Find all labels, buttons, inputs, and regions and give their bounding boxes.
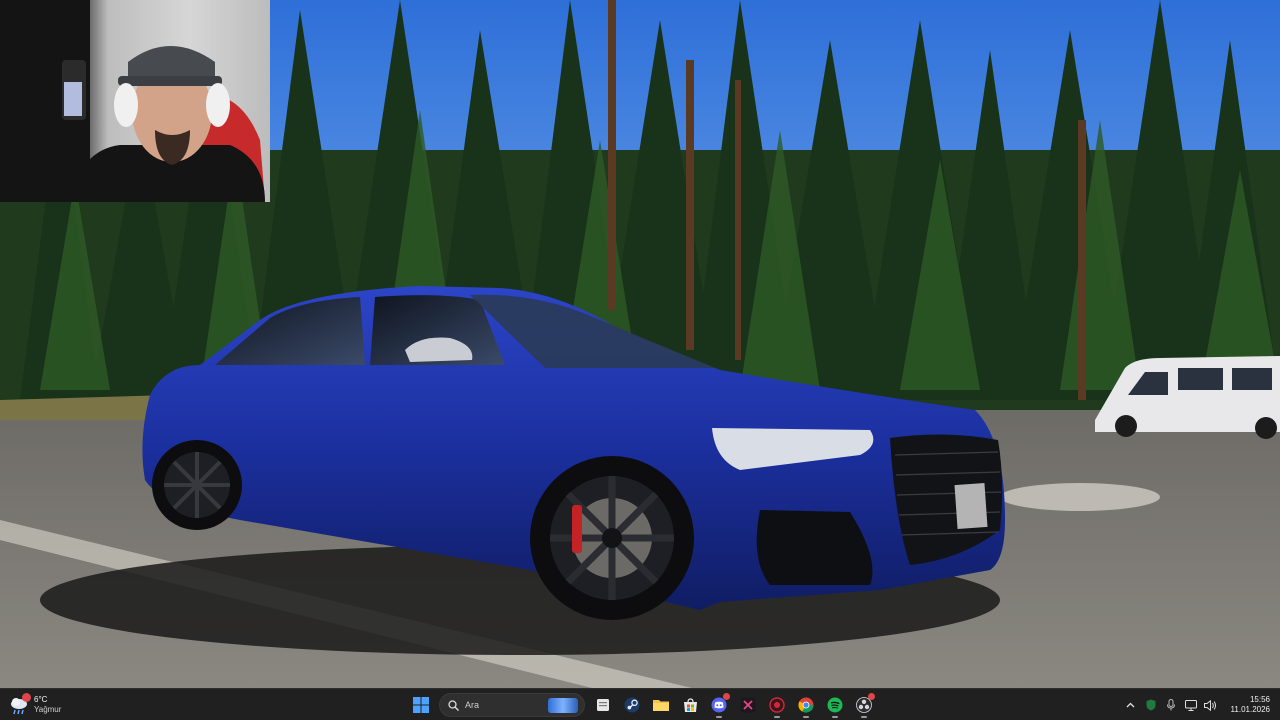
weather-widget[interactable]: 6°C Yağmur — [8, 692, 88, 718]
clock-time: 15:56 — [1249, 695, 1270, 704]
search-icon — [448, 699, 459, 711]
taskbar: 6°C Yağmur Ara 15:56 11.01.2026 — [0, 688, 1280, 720]
obs-recording-badge — [868, 693, 875, 700]
microsoft-store-icon — [683, 697, 697, 712]
tray-microphone[interactable] — [1161, 693, 1181, 717]
tray-overflow-button[interactable] — [1121, 693, 1141, 717]
tray-network[interactable] — [1181, 693, 1201, 717]
steam-icon — [624, 697, 640, 713]
weather-temperature: 6°C — [34, 695, 48, 704]
taskbar-app-obs-studio[interactable] — [851, 692, 877, 718]
taskbar-app-chrome[interactable] — [793, 692, 819, 718]
search-placeholder: Ara — [465, 700, 480, 710]
desktop[interactable] — [0, 0, 1280, 688]
webcam-overlay — [0, 0, 270, 202]
clock-date: 11.01.2026 — [1230, 705, 1270, 714]
taskbar-app-store[interactable] — [677, 692, 703, 718]
network-icon — [1184, 699, 1197, 711]
capcut-icon — [740, 697, 756, 713]
weather-alert-badge — [22, 693, 31, 702]
running-indicator — [832, 716, 838, 718]
taskbar-app-spotify[interactable] — [822, 692, 848, 718]
system-tray: 15:56 11.01.2026 — [1121, 692, 1274, 718]
file-viewer-icon — [597, 699, 609, 711]
webcam-feed — [0, 0, 265, 202]
taskbar-app-recorder[interactable] — [764, 692, 790, 718]
taskbar-app-steam[interactable] — [619, 692, 645, 718]
microphone-icon — [1166, 699, 1175, 711]
volume-icon — [1204, 699, 1217, 711]
start-button[interactable] — [408, 692, 434, 718]
taskbar-app-file-viewer[interactable] — [590, 692, 616, 718]
taskbar-center: Ara — [408, 692, 880, 718]
running-indicator — [803, 716, 809, 718]
tray-volume[interactable] — [1201, 693, 1221, 717]
search-highlight-image — [548, 698, 578, 713]
shield-icon — [1146, 699, 1156, 711]
taskbar-app-discord[interactable] — [706, 692, 732, 718]
spotify-icon — [827, 697, 843, 713]
chevron-up-icon — [1126, 702, 1135, 708]
obs-recorder-icon — [769, 697, 785, 713]
tray-security[interactable] — [1141, 693, 1161, 717]
chrome-icon — [798, 697, 814, 713]
cloud-rain-icon — [8, 693, 31, 716]
discord-notification-badge — [723, 693, 730, 700]
weather-condition: Yağmur — [34, 705, 62, 714]
running-indicator — [774, 716, 780, 718]
taskbar-search[interactable]: Ara — [439, 693, 585, 717]
taskbar-app-file-explorer[interactable] — [648, 692, 674, 718]
windows-start-icon — [413, 697, 429, 713]
taskbar-app-capcut[interactable] — [735, 692, 761, 718]
taskbar-clock[interactable]: 15:56 11.01.2026 — [1227, 695, 1274, 715]
file-explorer-icon — [653, 700, 669, 711]
running-indicator — [861, 716, 867, 718]
running-indicator — [716, 716, 722, 718]
